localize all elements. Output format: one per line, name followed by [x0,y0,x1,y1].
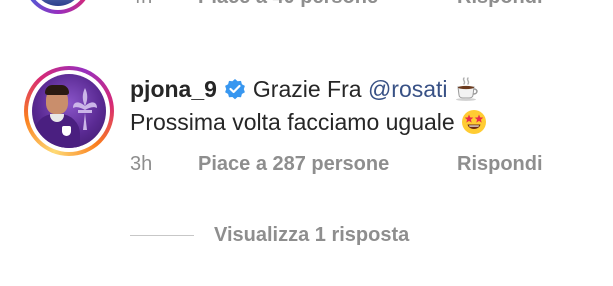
comment-timestamp: 3h [130,153,153,175]
mention-link[interactable]: @rosati [368,76,448,102]
comment-likes-count[interactable]: Piace a 287 persone [198,150,389,178]
player-hair [45,85,69,95]
comment-text-line-1: pjona_9 Grazie Fra @rosati [130,73,480,105]
verified-badge-icon [225,79,245,100]
previous-comment-time: 4h [130,0,152,9]
coffee-emoji-icon [455,77,478,101]
star-struck-emoji-icon [461,110,486,134]
replies-divider-line [130,234,194,236]
comment-meta-row: 3h Piace a 287 persone Rispondi [0,150,613,178]
jersey-crest [62,126,71,136]
previous-comment-reply-button[interactable]: Rispondi [457,0,543,9]
comment-text-prefix: Grazie Fra [252,76,368,102]
reply-button[interactable]: Rispondi [457,150,543,178]
comment-username[interactable]: pjona_9 [130,76,217,102]
previous-comment-likes[interactable]: Piace a 40 persone [198,0,378,9]
view-replies-button[interactable]: Visualizza 1 risposta [130,221,409,249]
comment-text-body: Prossima volta facciamo uguale [130,109,455,135]
view-replies-label: Visualizza 1 risposta [214,224,410,246]
comment-avatar[interactable] [24,66,114,156]
previous-comment-avatar[interactable] [24,0,92,14]
comment-text-line-2: Prossima volta facciamo uguale [130,106,487,138]
avatar-image [32,74,106,148]
